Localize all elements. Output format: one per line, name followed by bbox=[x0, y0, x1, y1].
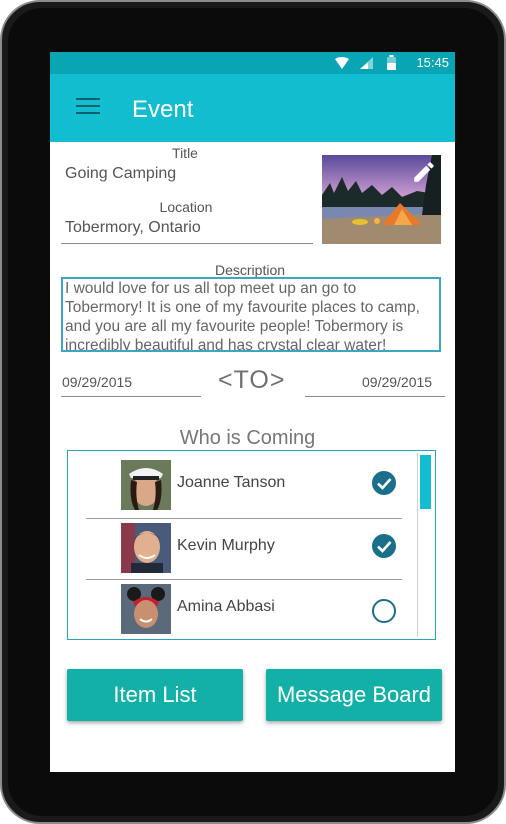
description-label: Description bbox=[214, 262, 286, 278]
location-underline bbox=[61, 243, 313, 244]
to-separator: <TO> bbox=[218, 366, 286, 394]
avatar bbox=[121, 584, 171, 634]
status-bar: 15:45 bbox=[50, 52, 455, 74]
end-date-field[interactable]: 09/29/2015 bbox=[362, 374, 432, 390]
attendee-name: Amina Abbasi bbox=[177, 598, 275, 615]
checked-circle-icon[interactable] bbox=[371, 533, 397, 559]
list-scrollbar[interactable] bbox=[417, 453, 432, 637]
status-time: 15:45 bbox=[416, 55, 449, 70]
attendee-name: Kevin Murphy bbox=[177, 537, 275, 554]
page-title: Event bbox=[132, 96, 194, 123]
avatar bbox=[121, 460, 171, 510]
list-item[interactable]: Amina Abbasi bbox=[68, 579, 418, 639]
hamburger-menu-icon[interactable] bbox=[76, 98, 100, 118]
checked-circle-icon[interactable] bbox=[371, 470, 397, 496]
app-screen: 15:45 Event Title Going Camping Location… bbox=[50, 52, 455, 772]
location-label: Location bbox=[159, 199, 213, 215]
unchecked-circle-icon[interactable] bbox=[371, 598, 397, 624]
campsite-photo[interactable] bbox=[322, 155, 441, 244]
wifi-icon bbox=[335, 57, 349, 69]
scrollbar-thumb[interactable] bbox=[420, 455, 431, 509]
item-list-button[interactable]: Item List bbox=[67, 669, 243, 721]
location-field[interactable]: Tobermory, Ontario bbox=[65, 219, 201, 237]
message-board-button[interactable]: Message Board bbox=[266, 669, 442, 721]
app-bar: Event bbox=[50, 74, 455, 142]
who-is-coming-heading: Who is Coming bbox=[179, 427, 316, 449]
list-item[interactable]: Joanne Tanson bbox=[68, 454, 418, 516]
end-date-underline bbox=[305, 396, 445, 397]
attendee-name: Joanne Tanson bbox=[177, 474, 286, 491]
battery-icon bbox=[387, 55, 396, 70]
pencil-icon[interactable] bbox=[411, 159, 437, 185]
title-label: Title bbox=[172, 145, 198, 161]
title-field[interactable]: Going Camping bbox=[65, 165, 176, 183]
avatar bbox=[121, 523, 171, 573]
signal-icon bbox=[360, 57, 373, 69]
start-date-underline bbox=[61, 396, 201, 397]
start-date-field[interactable]: 09/29/2015 bbox=[62, 374, 132, 390]
list-item[interactable]: Kevin Murphy bbox=[68, 518, 418, 580]
attendee-list[interactable]: Joanne Tanson Kevin Murphy Amina Abbasi bbox=[67, 450, 436, 640]
description-textarea[interactable]: I would love for us all top meet up an g… bbox=[61, 277, 441, 352]
